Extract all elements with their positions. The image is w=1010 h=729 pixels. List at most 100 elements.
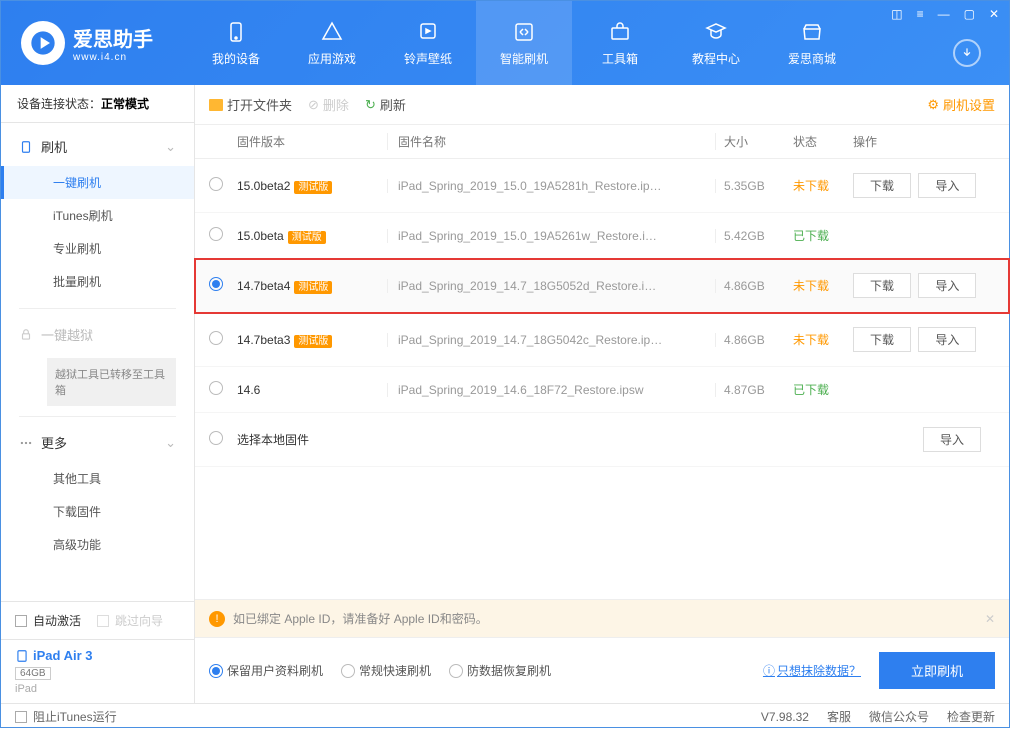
auto-activate-row: 自动激活 跳过向导: [1, 602, 194, 639]
footer: 阻止iTunes运行 V7.98.32 客服 微信公众号 检查更新: [1, 703, 1009, 729]
table-row[interactable]: 15.0beta2测试版 iPad_Spring_2019_15.0_19A52…: [195, 159, 1009, 213]
version-label: V7.98.32: [761, 710, 809, 724]
sidebar-other-tools[interactable]: 其他工具: [1, 462, 194, 495]
menu-icon[interactable]: ≡: [917, 7, 924, 21]
delete-icon: ⊘: [308, 97, 319, 113]
header: 爱思助手 www.i4.cn 我的设备 应用游戏 铃声壁纸 智能刷机 工具箱 教…: [1, 1, 1009, 85]
radio-row[interactable]: [209, 177, 223, 191]
brand-url: www.i4.cn: [73, 52, 153, 63]
sidebar-batch-flash[interactable]: 批量刷机: [1, 265, 194, 298]
main-nav: 我的设备 应用游戏 铃声壁纸 智能刷机 工具箱 教程中心 爱思商城: [188, 1, 860, 85]
import-button[interactable]: 导入: [923, 427, 981, 452]
status-text: 已下载: [785, 381, 845, 398]
update-link[interactable]: 检查更新: [947, 708, 995, 725]
logo[interactable]: 爱思助手 www.i4.cn: [1, 21, 173, 65]
radio-row[interactable]: [209, 331, 223, 345]
nav-ringtone[interactable]: 铃声壁纸: [380, 1, 476, 85]
close-alert-icon[interactable]: ✕: [985, 612, 995, 626]
table-row[interactable]: 15.0beta 测试版 iPad_Spring_2019_15.0_19A526…: [195, 213, 1009, 259]
erase-only-link[interactable]: ⓘ只想抹除数据？: [763, 662, 861, 679]
sidebar: 设备连接状态：正常模式 刷机 ⌄ 一键刷机 iTunes刷机 专业刷机 批量刷机…: [1, 85, 195, 703]
jailbreak-note: 越狱工具已转移至工具箱: [47, 358, 176, 406]
import-button[interactable]: 导入: [918, 173, 976, 198]
shirt-icon[interactable]: ◫: [891, 7, 902, 21]
block-itunes-checkbox[interactable]: [15, 711, 27, 723]
firmware-name: iPad_Spring_2019_15.0_19A5261w_Restore.i…: [387, 229, 715, 243]
content: 打开文件夹 ⊘删除 ↻刷新 ⚙刷机设置 固件版本 固件名称 大小 状态 操作 1…: [195, 85, 1009, 703]
table-row[interactable]: 14.6 iPad_Spring_2019_14.6_18F72_Restore…: [195, 367, 1009, 413]
download-button[interactable]: 下载: [853, 273, 911, 298]
size-text: 5.42GB: [715, 229, 785, 243]
warning-icon: !: [209, 611, 225, 627]
gear-icon: ⚙: [927, 97, 939, 113]
sidebar-more[interactable]: 更多 ⌄: [1, 423, 194, 462]
import-button[interactable]: 导入: [918, 327, 976, 352]
status-text: 已下载: [785, 227, 845, 244]
maximize-icon[interactable]: ▢: [964, 7, 975, 21]
minimize-icon[interactable]: —: [938, 7, 950, 21]
beta-tag: 测试版: [294, 335, 332, 348]
window-controls: ◫ ≡ — ▢ ✕: [891, 7, 999, 21]
size-text: 5.35GB: [715, 179, 785, 193]
connection-status: 设备连接状态：正常模式: [1, 85, 194, 123]
import-button[interactable]: 导入: [918, 273, 976, 298]
beta-tag: 测试版: [288, 231, 326, 244]
opt-quick[interactable]: 常规快速刷机: [341, 662, 431, 679]
local-firmware-row[interactable]: 选择本地固件 导入: [195, 413, 1009, 467]
toolbar: 打开文件夹 ⊘删除 ↻刷新 ⚙刷机设置: [195, 85, 1009, 125]
beta-tag: 测试版: [294, 181, 332, 194]
service-link[interactable]: 客服: [827, 708, 851, 725]
sidebar-jailbreak: 一键越狱: [1, 315, 194, 354]
radio-row[interactable]: [209, 381, 223, 395]
download-button[interactable]: 下载: [853, 327, 911, 352]
opt-antirecover[interactable]: 防数据恢复刷机: [449, 662, 551, 679]
skip-guide-checkbox[interactable]: [97, 615, 109, 627]
table-row[interactable]: 14.7beta4测试版 iPad_Spring_2019_14.7_18G50…: [195, 259, 1009, 313]
size-text: 4.86GB: [715, 279, 785, 293]
device-info[interactable]: iPad Air 3 64GB iPad: [1, 639, 194, 703]
nav-toolbox[interactable]: 工具箱: [572, 1, 668, 85]
sidebar-advanced[interactable]: 高级功能: [1, 528, 194, 561]
nav-store[interactable]: 爱思商城: [764, 1, 860, 85]
apple-id-alert: ! 如已绑定 Apple ID，请准备好 Apple ID和密码。 ✕: [195, 599, 1009, 637]
open-folder-button[interactable]: 打开文件夹: [209, 95, 292, 114]
firmware-name: iPad_Spring_2019_14.7_18G5042c_Restore.i…: [387, 333, 715, 347]
version-text: 14.7beta3: [237, 333, 290, 347]
sidebar-oneclick-flash[interactable]: 一键刷机: [1, 166, 194, 199]
sidebar-download-fw[interactable]: 下载固件: [1, 495, 194, 528]
refresh-button[interactable]: ↻刷新: [365, 95, 406, 114]
sidebar-itunes-flash[interactable]: iTunes刷机: [1, 199, 194, 232]
download-button[interactable]: 下载: [853, 173, 911, 198]
table-header: 固件版本 固件名称 大小 状态 操作: [195, 125, 1009, 159]
nav-tutorial[interactable]: 教程中心: [668, 1, 764, 85]
sidebar-pro-flash[interactable]: 专业刷机: [1, 232, 194, 265]
beta-tag: 测试版: [294, 281, 332, 294]
refresh-icon: ↻: [365, 97, 376, 113]
wechat-link[interactable]: 微信公众号: [869, 708, 929, 725]
status-text: 未下载: [785, 277, 845, 294]
version-text: 14.7beta4: [237, 279, 290, 293]
download-circle-icon[interactable]: [953, 39, 981, 67]
chevron-down-icon: ⌄: [165, 139, 176, 155]
version-text: 15.0beta: [237, 229, 284, 243]
nav-my-device[interactable]: 我的设备: [188, 1, 284, 85]
flash-settings-button[interactable]: ⚙刷机设置: [927, 95, 995, 114]
radio-local[interactable]: [209, 431, 223, 445]
opt-keep-data[interactable]: 保留用户资料刷机: [209, 662, 323, 679]
table-row[interactable]: 14.7beta3 测试版 iPad_Spring_2019_14.7_18G50…: [195, 313, 1009, 367]
status-text: 未下载: [785, 177, 845, 194]
auto-activate-checkbox[interactable]: [15, 615, 27, 627]
folder-icon: [209, 99, 223, 111]
close-icon[interactable]: ✕: [989, 7, 999, 21]
brand-name: 爱思助手: [73, 29, 153, 51]
sidebar-flash[interactable]: 刷机 ⌄: [1, 127, 194, 166]
logo-icon: [21, 21, 65, 65]
radio-row[interactable]: [209, 277, 223, 291]
flash-now-button[interactable]: 立即刷机: [879, 652, 995, 689]
nav-flash[interactable]: 智能刷机: [476, 1, 572, 85]
radio-row[interactable]: [209, 227, 223, 241]
nav-apps[interactable]: 应用游戏: [284, 1, 380, 85]
delete-button[interactable]: ⊘删除: [308, 95, 349, 114]
size-text: 4.87GB: [715, 383, 785, 397]
firmware-name: iPad_Spring_2019_15.0_19A5281h_Restore.i…: [387, 179, 715, 193]
